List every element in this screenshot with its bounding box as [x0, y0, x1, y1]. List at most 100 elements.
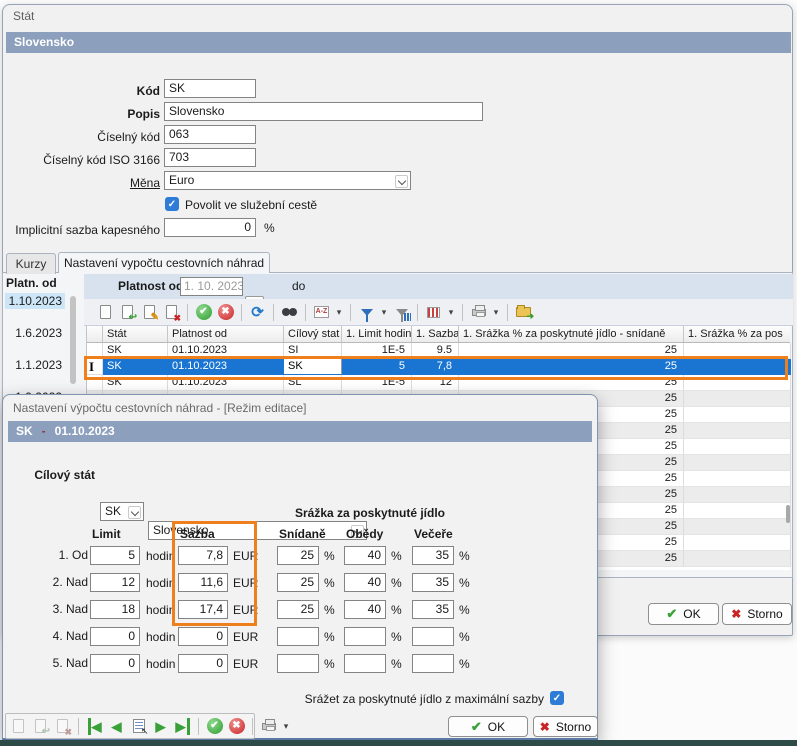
dialog-copy-button[interactable]: ↩: [31, 717, 50, 736]
target-state-label: Cílový stát: [10, 468, 95, 482]
validity-scrollbar[interactable]: [70, 296, 76, 384]
new-record-button[interactable]: [96, 303, 115, 322]
tab-kurzy[interactable]: Kurzy: [6, 253, 56, 274]
vecere-input[interactable]: 35: [412, 600, 454, 619]
sort-dropdown-arrow[interactable]: ▾: [334, 307, 344, 318]
ok-button[interactable]: ✔ OK: [648, 603, 719, 625]
grid-col-limit[interactable]: 1. Limit hodin: [342, 326, 412, 342]
grid-col-snidane2[interactable]: 1. Srážka % za pos: [684, 326, 791, 342]
snidane-input[interactable]: 25: [277, 600, 319, 619]
grid-col-stat[interactable]: Stát: [103, 326, 168, 342]
chevron-down-icon[interactable]: [128, 506, 141, 519]
vecere-input[interactable]: 35: [412, 573, 454, 592]
grid-header: Stát Platnost od Cílový stat 1. Limit ho…: [87, 326, 790, 343]
dialog-confirm-button[interactable]: ✔: [205, 717, 224, 736]
refresh-button[interactable]: ⟳: [248, 303, 267, 322]
obedy-input[interactable]: 40: [344, 546, 386, 565]
grid-col-sazba[interactable]: 1. Sazba: [412, 326, 459, 342]
dialog-new-button[interactable]: [9, 717, 28, 736]
dialog-print-button[interactable]: [259, 717, 278, 736]
nav-last-button[interactable]: ▶: [173, 717, 192, 736]
grid-scrollbar[interactable]: [786, 505, 790, 523]
snidane-input[interactable]: 25: [277, 546, 319, 565]
target-state-code-combo[interactable]: SK: [100, 502, 144, 521]
table-row[interactable]: SK01.10.2023SL1E-51225: [87, 375, 790, 391]
obedy-input[interactable]: 40: [344, 600, 386, 619]
print-dropdown-arrow[interactable]: ▾: [281, 721, 291, 732]
filter-stats-button[interactable]: [392, 303, 411, 322]
limit-input[interactable]: 5: [90, 546, 140, 565]
snidane-input[interactable]: [277, 627, 319, 646]
validity-list-item[interactable]: 1.6.2023: [5, 325, 65, 341]
obedy-input[interactable]: 40: [344, 573, 386, 592]
limit-input[interactable]: 18: [90, 600, 140, 619]
kod-input[interactable]: SK: [164, 79, 256, 98]
allow-travel-checkbox[interactable]: [165, 197, 179, 211]
main-toolbar: ↩ ✎ ✖ ✔ ✖ ⟳ A-Z ▾ ▾ ▾ ▾: [84, 299, 793, 326]
dialog-ok-button[interactable]: ✔ OK: [448, 716, 528, 737]
eur-label: EUR: [233, 601, 258, 620]
columns-dropdown-arrow[interactable]: ▾: [446, 307, 456, 318]
chevron-down-icon[interactable]: [395, 175, 408, 188]
confirm-button[interactable]: ✔: [194, 303, 213, 322]
vecere-input[interactable]: [412, 654, 454, 673]
grid-cell: 25: [459, 375, 684, 391]
mena-combo[interactable]: Euro: [164, 171, 411, 190]
sort-button[interactable]: A-Z: [312, 303, 331, 322]
storno-button[interactable]: ✖ Storno: [722, 603, 792, 625]
sazba-input[interactable]: 0: [178, 654, 228, 673]
grid-cell: [684, 343, 791, 359]
print-dropdown-arrow[interactable]: ▾: [491, 307, 501, 318]
limit-input[interactable]: 0: [90, 654, 140, 673]
nav-first-button[interactable]: ◀: [85, 717, 104, 736]
vecere-input[interactable]: [412, 627, 454, 646]
vecere-input[interactable]: 35: [412, 546, 454, 565]
delete-record-button[interactable]: ✖: [162, 303, 181, 322]
limit-input[interactable]: 12: [90, 573, 140, 592]
grid-cell: [684, 519, 791, 535]
obedy-input[interactable]: [344, 654, 386, 673]
dialog-delete-button[interactable]: ✖: [53, 717, 72, 736]
iso-kod-input[interactable]: 703: [164, 148, 256, 167]
edit-record-button[interactable]: ✎: [140, 303, 159, 322]
filter-button[interactable]: [357, 303, 376, 322]
copy-record-button[interactable]: ↩: [118, 303, 137, 322]
grid-col-snidane[interactable]: 1. Srážka % za poskytnuté jídlo - snídan…: [459, 326, 684, 342]
dialog-cancel-button[interactable]: ✖: [227, 717, 246, 736]
sazba-input[interactable]: 17,4: [178, 600, 228, 619]
print-button[interactable]: [469, 303, 488, 322]
table-row[interactable]: SK01.10.2023SI1E-59.525: [87, 343, 790, 359]
limit-input[interactable]: 0: [90, 627, 140, 646]
ciselny-kod-input[interactable]: 063: [164, 125, 256, 144]
target-state-code: SK: [105, 504, 121, 518]
nav-prev-button[interactable]: ◀: [107, 717, 126, 736]
obedy-input[interactable]: [344, 627, 386, 646]
columns-button[interactable]: [424, 303, 443, 322]
sazba-input[interactable]: 11,6: [178, 573, 228, 592]
nav-next-button[interactable]: ▶: [151, 717, 170, 736]
filter-dropdown-arrow[interactable]: ▾: [379, 307, 389, 318]
sazba-input[interactable]: 0: [178, 627, 228, 646]
table-row[interactable]: ISK01.10.2023SK57,825: [87, 359, 790, 375]
sazba-input[interactable]: 7,8: [178, 546, 228, 565]
cancel-button[interactable]: ✖: [216, 303, 235, 322]
search-button[interactable]: [280, 303, 299, 322]
record-list-button[interactable]: [129, 717, 148, 736]
validity-list-item[interactable]: 1.10.2023: [5, 293, 65, 309]
validity-list-item[interactable]: 1.1.2023: [5, 357, 65, 373]
filter-date-input[interactable]: 1. 10. 2023: [180, 277, 243, 296]
max-rate-checkbox[interactable]: [550, 691, 564, 705]
snidane-input[interactable]: 25: [277, 573, 319, 592]
grid-col-platnost[interactable]: Platnost od: [168, 326, 284, 342]
grid-cell: 25: [459, 359, 684, 375]
dialog-storno-button[interactable]: ✖ Storno: [533, 716, 598, 737]
grid-col-cilovy[interactable]: Cílový stat: [284, 326, 342, 342]
rate-row-label: 2. Nad: [8, 575, 88, 589]
export-button[interactable]: [514, 303, 533, 322]
grid-cell: SK: [103, 375, 168, 391]
toolbar-separator: [273, 304, 274, 321]
snidane-input[interactable]: [277, 654, 319, 673]
kapesne-input[interactable]: 0: [164, 218, 256, 237]
popis-input[interactable]: Slovensko: [164, 102, 483, 121]
tab-nahrady[interactable]: Nastavení vypočtu cestovních náhrad: [58, 252, 270, 273]
